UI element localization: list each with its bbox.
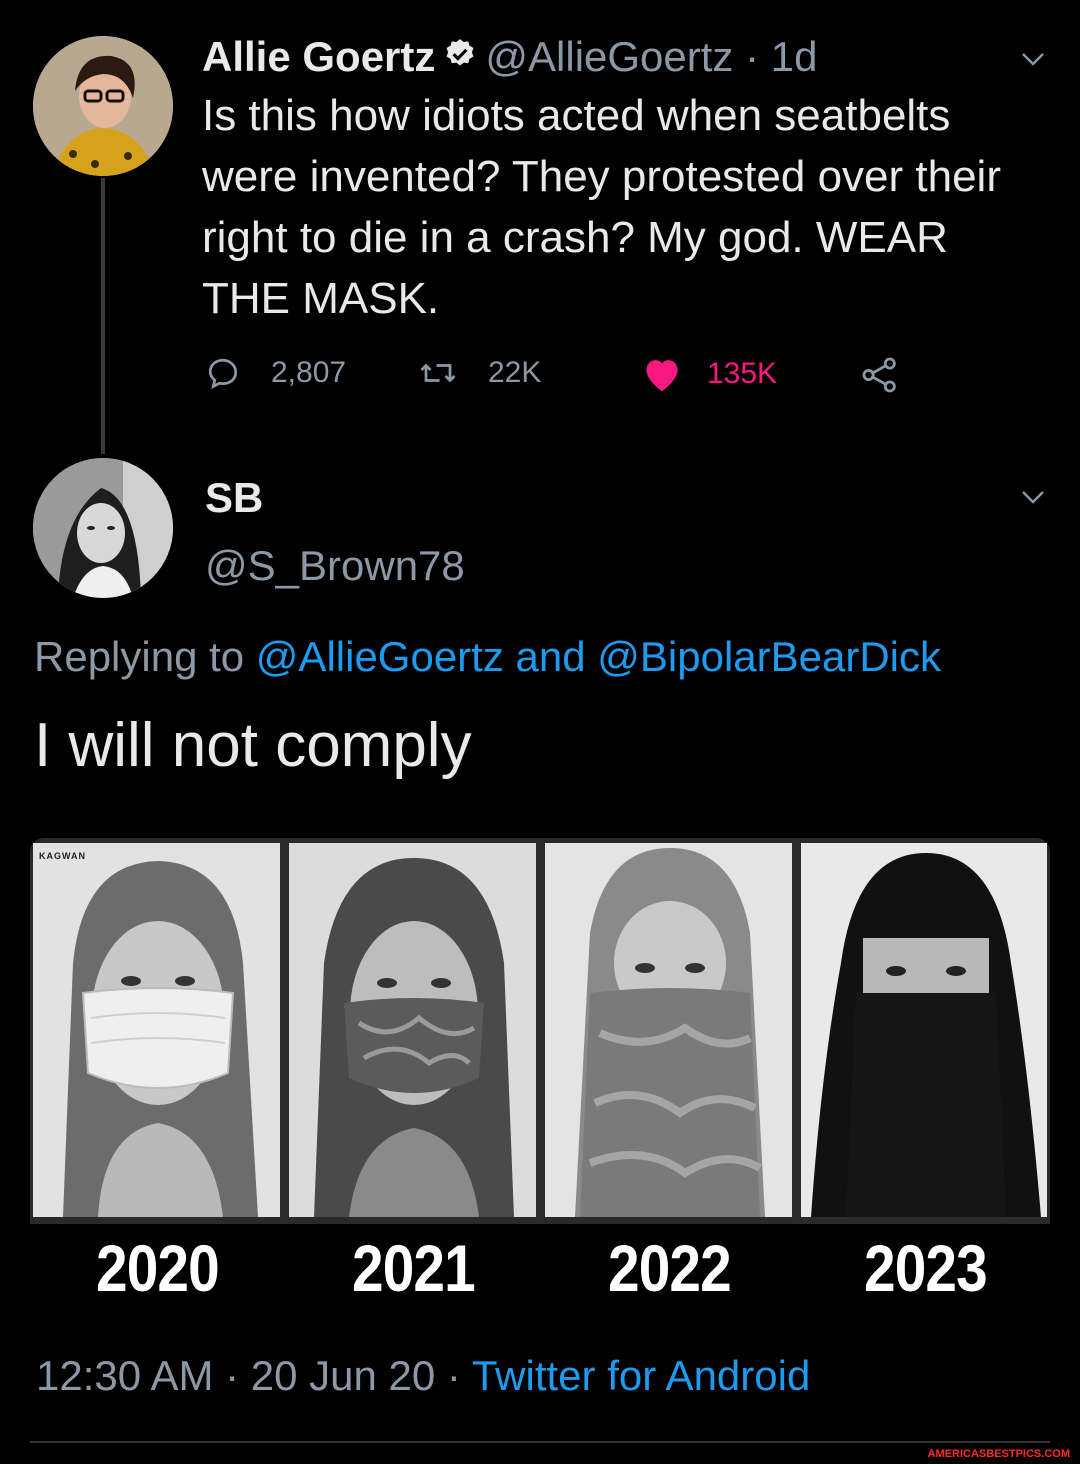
avatar-allie-image: [33, 36, 173, 176]
reply-author-name[interactable]: SB: [205, 474, 263, 522]
year-label-2022: 2022: [608, 1231, 732, 1305]
heart-icon: [646, 360, 678, 392]
reply-text: I will not comply: [34, 711, 472, 780]
thread-line: [101, 178, 105, 454]
reply-author-handle[interactable]: @S_Brown78: [205, 542, 465, 590]
year-label-2021: 2021: [352, 1231, 476, 1305]
like-action[interactable]: 135K: [641, 355, 777, 393]
year-label-2020: 2020: [96, 1231, 220, 1305]
reply-icon: [208, 358, 238, 390]
avatar-allie[interactable]: [33, 36, 173, 176]
replying-prefix: Replying to: [34, 633, 245, 680]
retweet-icon: [420, 363, 456, 383]
reply-count: 2,807: [271, 356, 347, 389]
replying-to-line: Replying to @AllieGoertz and @BipolarBea…: [34, 633, 941, 681]
image-panel-2021: [289, 843, 536, 1217]
reply-menu-chevron-icon[interactable]: [1018, 482, 1048, 517]
replying-and: and: [515, 633, 586, 680]
like-count: 135K: [707, 357, 778, 390]
tweet-text: Is this how idiots acted when seatbelts …: [202, 91, 1001, 323]
image-panel-2022: [545, 843, 792, 1217]
replying-user-2[interactable]: @BipolarBearDick: [597, 633, 941, 680]
client-link[interactable]: Twitter for Android: [472, 1352, 810, 1399]
verified-badge-icon: [443, 33, 477, 81]
image-panel-2020: KAGWAN: [33, 843, 280, 1217]
tweet-menu-chevron-icon[interactable]: [1018, 44, 1048, 79]
avatar-sb[interactable]: [33, 458, 173, 598]
year-label-2023: 2023: [864, 1231, 988, 1305]
tweet-header: Allie Goertz @AllieGoertz · 1d: [202, 33, 817, 81]
image-logo: KAGWAN: [39, 851, 86, 861]
author-handle-time[interactable]: @AllieGoertz · 1d: [485, 33, 817, 81]
share-icon[interactable]: [860, 357, 900, 398]
tweet-timestamp-line: 12:30 AM · 20 Jun 20 · Twitter for Andro…: [36, 1352, 810, 1400]
retweet-count: 22K: [488, 356, 542, 389]
avatar-sb-image: [33, 458, 173, 598]
image-panel-2023: [801, 843, 1047, 1217]
bottom-divider: [30, 1441, 1050, 1443]
timestamp[interactable]: 12:30 AM · 20 Jun 20 ·: [36, 1352, 461, 1399]
author-name[interactable]: Allie Goertz: [202, 33, 435, 81]
replying-user-1[interactable]: @AllieGoertz: [256, 633, 504, 680]
watermark: AMERICASBESTPICS.COM: [927, 1448, 1070, 1460]
reply-action[interactable]: 2,807: [205, 355, 346, 391]
retweet-action[interactable]: 22K: [418, 355, 541, 391]
